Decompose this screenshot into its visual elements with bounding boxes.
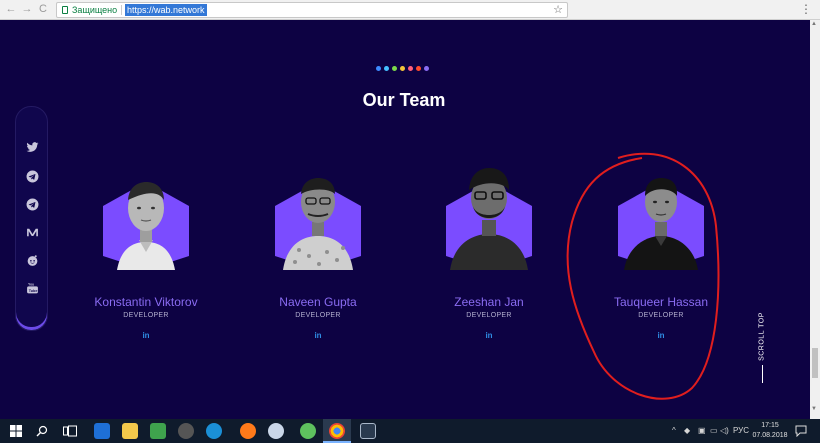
decorative-dot (384, 66, 389, 71)
social-sidebar: You Tube (15, 106, 48, 331)
medium-icon[interactable] (26, 226, 39, 239)
page-scrollbar[interactable]: ▲ ▼ (810, 20, 820, 419)
app-icon[interactable] (178, 423, 194, 439)
browser-menu-icon[interactable]: ⋮ (800, 2, 812, 16)
team-section: Our Team You Tube Konstantin Viktorov DE… (0, 20, 810, 419)
app-icon[interactable] (268, 423, 284, 439)
member-role: DEVELOPER (466, 312, 512, 319)
decorative-dot (392, 66, 397, 71)
tray-expand-icon[interactable]: ^ (672, 425, 676, 437)
clock-time: 17:15 (761, 422, 779, 429)
member-photo (618, 178, 704, 270)
linkedin-icon[interactable]: in (313, 331, 323, 340)
member-photo (275, 178, 361, 270)
member-photo (446, 168, 532, 270)
section-title: Our Team (362, 90, 446, 110)
member-role: DEVELOPER (295, 312, 341, 319)
language-indicator[interactable]: РУС (733, 425, 749, 437)
forward-button[interactable]: → (20, 2, 34, 16)
address-separator (121, 5, 122, 15)
linkedin-icon[interactable]: in (656, 331, 666, 340)
member-name: Tauqueer Hassan (613, 295, 709, 309)
chrome-icon[interactable] (329, 423, 345, 439)
linkedin-icon[interactable]: in (141, 331, 151, 340)
scroll-top-button[interactable]: SCROLL TOP (749, 312, 775, 383)
decorative-dot (416, 66, 421, 71)
decorative-dot (424, 66, 429, 71)
member-name: Naveen Gupta (279, 295, 357, 309)
scroll-top-label: SCROLL TOP (758, 312, 766, 361)
search-icon[interactable] (36, 425, 48, 437)
secure-label: Защищено (72, 5, 118, 15)
linkedin-icon[interactable]: in (484, 331, 494, 340)
decorative-dots (376, 66, 429, 71)
member-name: Zeeshan Jan (454, 295, 524, 309)
reddit-icon[interactable] (26, 254, 39, 267)
member-photo (103, 182, 189, 270)
app-icon[interactable] (150, 423, 166, 439)
url-text[interactable]: https://wab.network (125, 4, 207, 16)
clock-date: 07.08.2018 (752, 432, 788, 439)
firefox-icon[interactable] (240, 423, 256, 439)
notifications-icon[interactable] (795, 425, 807, 437)
address-bar[interactable]: Защищено https://wab.network ☆ (56, 2, 568, 18)
decorative-dot (400, 66, 405, 71)
member-name: Konstantin Viktorov (94, 295, 198, 309)
scrollbar-thumb[interactable] (812, 348, 818, 378)
telegram-icon[interactable] (26, 170, 39, 183)
member-role: DEVELOPER (123, 312, 169, 319)
bookmark-star-icon[interactable]: ☆ (553, 3, 563, 17)
volume-icon[interactable]: ◁) (720, 425, 729, 437)
scroll-up-arrow-icon[interactable]: ▲ (811, 21, 817, 27)
decorative-dot (408, 66, 413, 71)
battery-icon[interactable]: ▭ (710, 425, 718, 437)
svg-text:You: You (28, 282, 34, 286)
windows-taskbar: ^ ◆ ▣ ▭ ◁) РУС 17:15 07.08.2018 (0, 419, 820, 443)
app-icon[interactable] (206, 423, 222, 439)
twitter-icon[interactable] (26, 141, 39, 154)
app-icon[interactable] (360, 423, 376, 439)
member-role: DEVELOPER (638, 312, 684, 319)
file-explorer-icon[interactable] (122, 423, 138, 439)
tray-app-icon[interactable]: ▣ (698, 425, 706, 437)
taskbar-clock[interactable]: 17:15 07.08.2018 (750, 421, 790, 441)
back-button[interactable]: ← (4, 2, 18, 16)
windows-start-icon[interactable] (10, 425, 22, 437)
lock-icon (62, 6, 68, 14)
reload-button[interactable]: C (36, 2, 50, 16)
scroll-top-line (762, 365, 763, 383)
edge-icon[interactable] (94, 423, 110, 439)
svg-text:Tube: Tube (29, 289, 38, 293)
app-icon[interactable] (300, 423, 316, 439)
youtube-icon[interactable]: You Tube (26, 282, 39, 295)
dropbox-icon[interactable]: ◆ (684, 425, 690, 437)
task-view-icon[interactable] (63, 425, 77, 437)
scroll-down-arrow-icon[interactable]: ▼ (811, 406, 817, 412)
decorative-dot (376, 66, 381, 71)
browser-toolbar: ← → C Защищено https://wab.network ☆ ⋮ (0, 0, 820, 20)
telegram-icon-2[interactable] (26, 198, 39, 211)
